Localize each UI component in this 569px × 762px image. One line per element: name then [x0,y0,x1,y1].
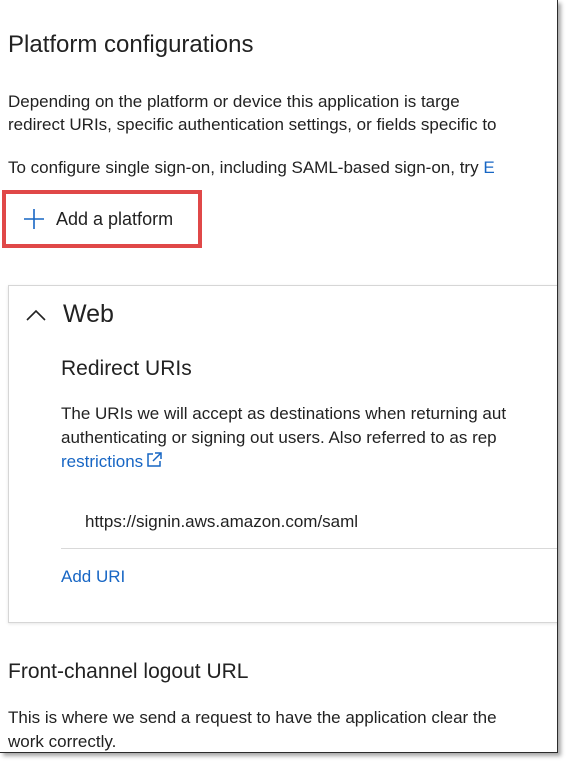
platform-configurations-panel: Platform configurations Depending on the… [0,0,558,753]
web-card-header[interactable]: Web [25,300,114,329]
sso-link[interactable]: E [483,158,494,177]
web-card-title: Web [63,300,114,328]
front-channel-desc-line-2: work correctly. [8,732,117,751]
redirect-uri-value[interactable]: https://signin.aws.amazon.com/saml [85,512,358,532]
add-uri-link[interactable]: Add URI [61,567,125,587]
external-link-icon [147,452,162,467]
redirect-desc-line-1: The URIs we will accept as destinations … [61,404,507,423]
add-platform-label: Add a platform [56,208,174,229]
front-channel-description: This is where we send a request to have … [8,706,497,752]
front-channel-logout-title: Front-channel logout URL [8,660,249,683]
description-line-2: redirect URIs, specific authentication s… [8,115,497,134]
section-description: Depending on the platform or device this… [8,90,497,136]
restrictions-link[interactable]: restrictions [61,450,506,474]
web-platform-card: Web Redirect URIs The URIs we will accep… [8,285,557,623]
sso-hint: To configure single sign-on, including S… [8,158,495,178]
redirect-desc-line-2: authenticating or signing out users. Als… [61,428,497,447]
plus-icon [24,209,44,229]
front-channel-desc-line-1: This is where we send a request to have … [8,708,497,727]
page-title: Platform configurations [8,31,254,58]
chevron-up-icon[interactable] [25,308,47,322]
restrictions-link-text[interactable]: restrictions [61,452,143,471]
add-platform-button[interactable]: Add a platform [2,190,202,248]
redirect-uris-description: The URIs we will accept as destinations … [61,402,506,474]
sso-hint-text: To configure single sign-on, including S… [8,158,484,177]
description-line-1: Depending on the platform or device this… [8,92,460,111]
redirect-uri-row[interactable]: https://signin.aws.amazon.com/saml [61,503,557,549]
redirect-uris-title: Redirect URIs [61,357,192,380]
